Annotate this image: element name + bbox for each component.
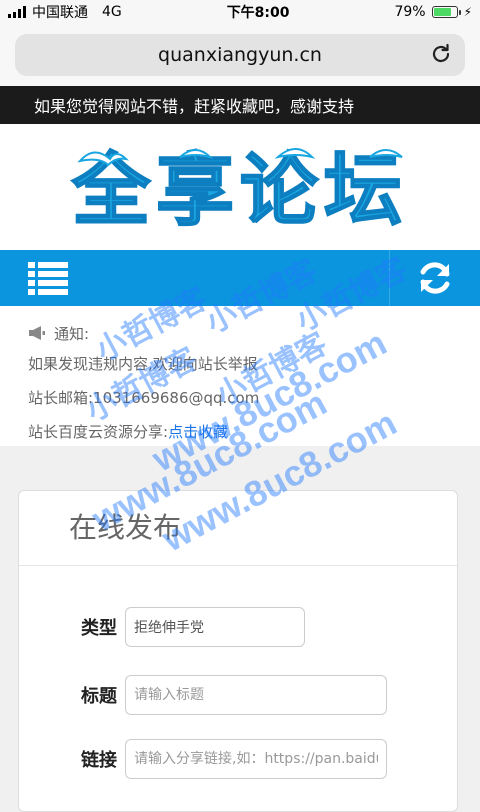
- announcement-box: 通知: 如果发现违规内容,欢迎向站长举报 站长邮箱:1031669686@qq.…: [0, 306, 480, 446]
- link-input[interactable]: [125, 739, 387, 779]
- menu-button[interactable]: [20, 250, 76, 306]
- refresh-icon: [420, 262, 450, 294]
- charging-icon: ⚡: [463, 5, 472, 19]
- admin-email: 站长邮箱:1031669686@qq.com: [28, 388, 260, 407]
- bookmark-banner-text: 如果您觉得网站不错，赶紧收藏吧，感谢支持: [34, 97, 355, 116]
- site-logo[interactable]: 全享论坛: [40, 139, 440, 235]
- publish-form-card: 在线发布 类型 标题 链接: [18, 490, 458, 812]
- title-row: 标题: [73, 675, 387, 715]
- carrier-name: 中国联通: [32, 5, 88, 21]
- link-row: 链接: [73, 739, 387, 779]
- signal-icon: [8, 6, 26, 18]
- form-title: 在线发布: [19, 491, 457, 566]
- battery-percent: 79%: [394, 4, 426, 20]
- bookmark-link[interactable]: 点击收藏: [168, 421, 228, 442]
- announcement-label: 通知:: [54, 324, 90, 343]
- network-type: 4G: [102, 4, 122, 20]
- announcement-line: 站长邮箱:1031669686@qq.com: [28, 380, 480, 414]
- hamburger-menu-icon: [28, 262, 68, 295]
- type-input[interactable]: [125, 607, 305, 647]
- logo-area: 全享论坛: [0, 124, 480, 250]
- announcement-line: 如果发现违规内容,欢迎向站长举报: [28, 346, 480, 380]
- reload-icon[interactable]: [429, 42, 453, 66]
- refresh-button[interactable]: [389, 250, 480, 306]
- nav-bar: [0, 250, 480, 306]
- status-right: 79% ⚡: [394, 4, 472, 20]
- link-label: 链接: [81, 750, 117, 771]
- resource-share-label: 站长百度云资源分享:: [28, 422, 169, 441]
- title-input[interactable]: [125, 675, 387, 715]
- type-label: 类型: [81, 618, 117, 639]
- status-bar: 中国联通 4G 下午8:00 79% ⚡: [0, 0, 480, 24]
- url-text: quanxiangyun.cn: [158, 44, 322, 66]
- type-row: 类型: [73, 607, 305, 647]
- bookmark-banner: 如果您觉得网站不错，赶紧收藏吧，感谢支持: [0, 86, 480, 124]
- announcement-line: 站长百度云资源分享: 点击收藏: [28, 414, 480, 448]
- battery-icon: [431, 6, 461, 18]
- announcement-header: 通知:: [28, 320, 480, 346]
- status-left: 中国联通 4G: [8, 2, 122, 22]
- megaphone-icon: [29, 326, 45, 340]
- browser-toolbar: quanxiangyun.cn: [0, 24, 480, 86]
- announcement-text: 如果发现违规内容,欢迎向站长举报: [28, 354, 258, 373]
- status-time: 下午8:00: [226, 5, 290, 21]
- address-bar[interactable]: quanxiangyun.cn: [15, 34, 465, 76]
- title-label: 标题: [81, 686, 117, 707]
